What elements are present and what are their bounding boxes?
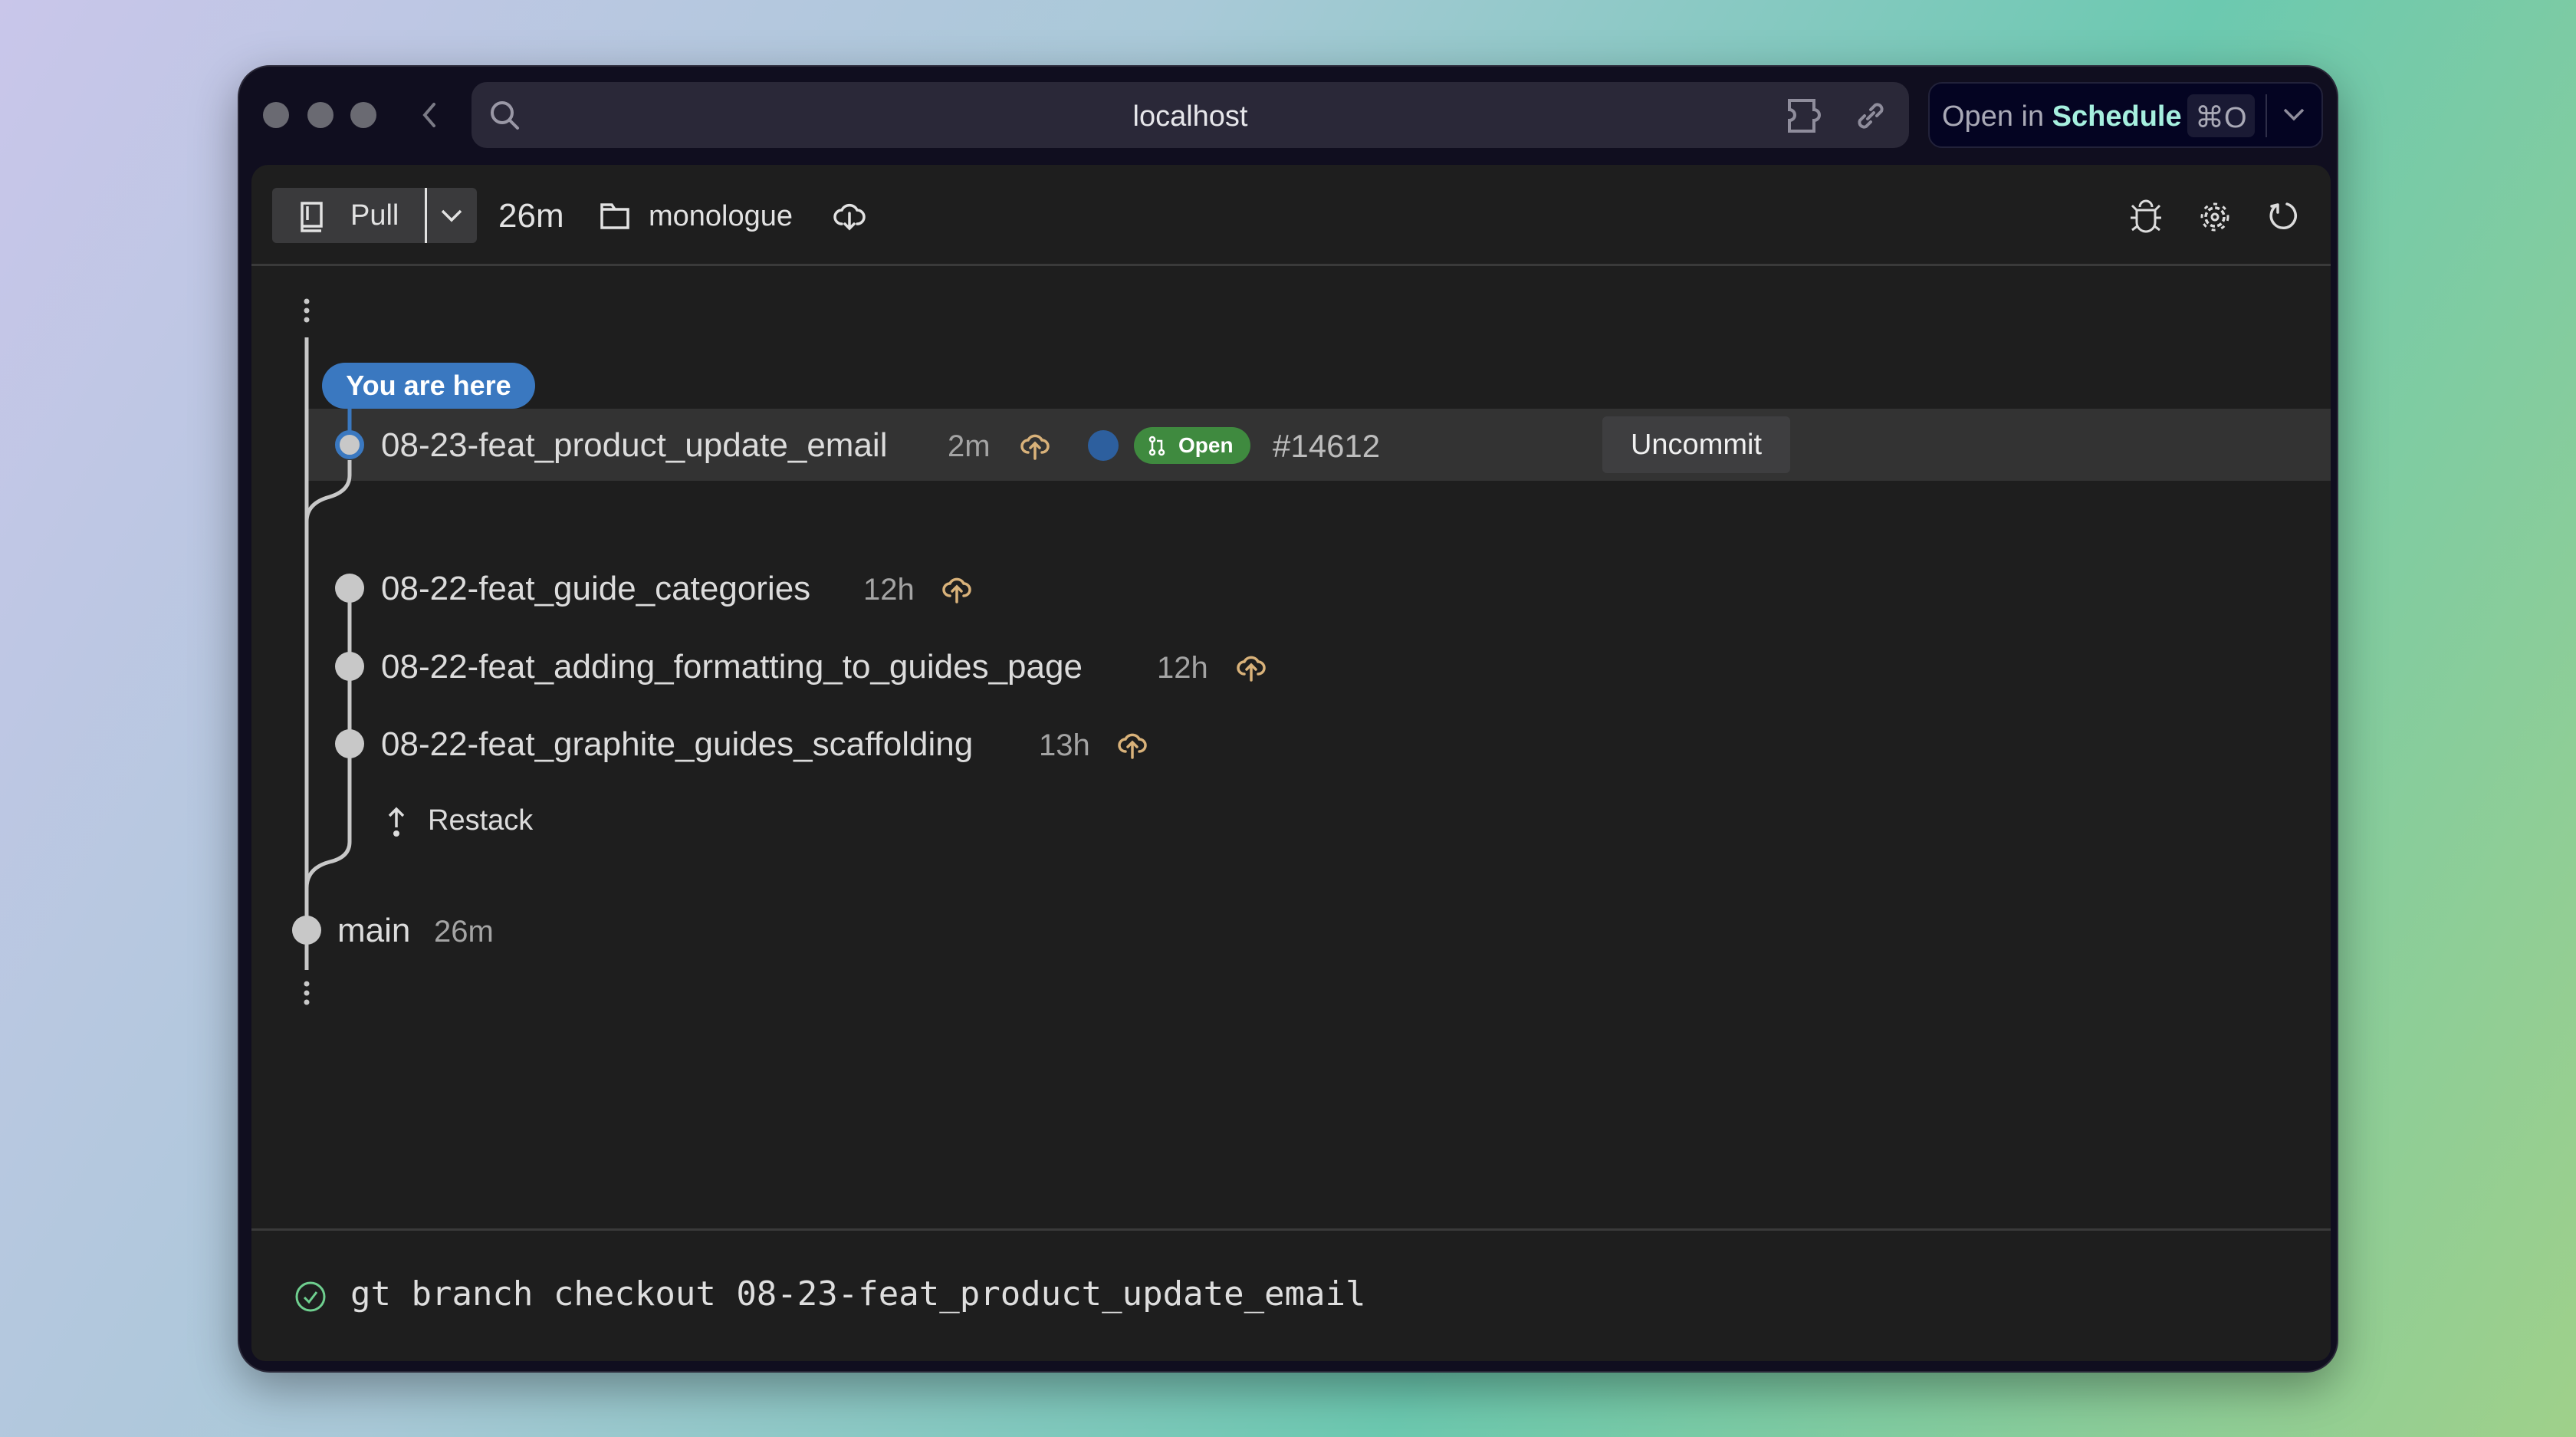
last-command: gt branch checkout 08-23-feat_product_up… [350,1274,1366,1314]
branch-name[interactable]: 08-22-feat_guide_categories [381,570,810,608]
branch-age: 12h [863,573,915,607]
branch-name[interactable]: 08-23-feat_product_update_email [381,426,887,465]
uncommit-button[interactable]: Uncommit [1602,416,1790,473]
avatar [1088,430,1119,461]
trunk-branch-name[interactable]: main [337,912,410,950]
arrow-up-icon [388,807,405,837]
cloud-upload-icon[interactable] [941,574,972,603]
pr-status-label: Open [1178,433,1234,457]
trunk-age: 26m [434,915,494,949]
cloud-upload-icon[interactable] [1020,431,1050,460]
pr-status-badge[interactable]: Open [1134,427,1250,464]
you-are-here-badge: You are here [322,363,535,409]
console-divider [251,1228,2331,1231]
restack-button[interactable]: Restack [379,801,563,840]
cloud-upload-icon[interactable] [1236,653,1267,682]
check-circle-icon [295,1281,326,1312]
pr-number-link[interactable]: #14612 [1273,428,1380,465]
cloud-upload-icon[interactable] [1117,730,1148,759]
branch-age: 2m [948,429,991,463]
restack-label: Restack [428,804,534,837]
branch-age: 12h [1157,651,1208,685]
pull-request-icon [1148,436,1165,456]
branch-name[interactable]: 08-22-feat_adding_formatting_to_guides_p… [381,648,1083,686]
branch-name[interactable]: 08-22-feat_graphite_guides_scaffolding [381,725,973,764]
branch-age: 13h [1039,728,1090,762]
branch-graph [292,298,364,1005]
